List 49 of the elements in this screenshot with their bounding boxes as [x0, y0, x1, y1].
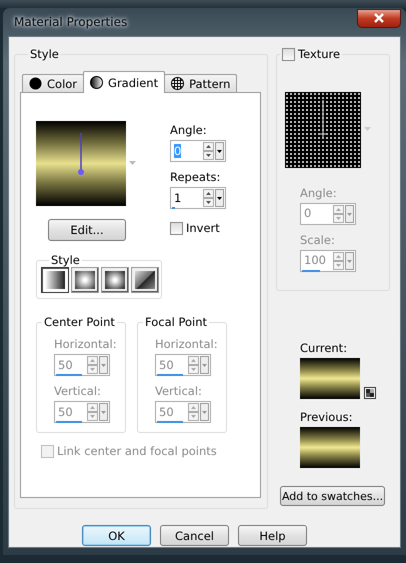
- group-label: Focal Point: [143, 315, 210, 329]
- spin-field[interactable]: 1: [170, 187, 226, 209]
- grid-icon[interactable]: [364, 387, 376, 399]
- dialog-button[interactable]: Cancel: [160, 525, 229, 546]
- radial-gradient-icon: [105, 271, 125, 289]
- edit-button[interactable]: Edit...: [48, 219, 126, 241]
- field-label: Angle:: [170, 123, 208, 137]
- field-label: Horizontal:: [155, 337, 219, 351]
- field-label: Scale:: [300, 232, 336, 246]
- field-label: Repeats:: [170, 170, 222, 184]
- previous-swatch: [300, 427, 360, 468]
- globe-grid-icon: [171, 77, 184, 90]
- dialog-button[interactable]: OK: [82, 525, 151, 546]
- gradient-preview[interactable]: [36, 121, 126, 206]
- spin-arrows-icon[interactable]: [203, 189, 214, 207]
- close-icon: [374, 13, 384, 23]
- style-option-button[interactable]: [41, 267, 69, 293]
- style-option-button[interactable]: [71, 267, 99, 293]
- group-label: Style: [28, 47, 61, 61]
- checkbox[interactable]: [170, 222, 183, 234]
- group-label: Center Point: [42, 315, 117, 329]
- angle-needle-icon: [77, 133, 85, 177]
- tab[interactable]: Pattern: [164, 74, 238, 92]
- linear-gradient-icon: [45, 271, 65, 289]
- spin-arrows-icon[interactable]: [203, 142, 214, 160]
- checkbox[interactable]: [282, 48, 295, 60]
- field-label: Current:: [300, 341, 348, 355]
- close-button[interactable]: [357, 8, 401, 28]
- dialog-button[interactable]: Help: [238, 525, 307, 546]
- field-label: Horizontal:: [54, 337, 118, 351]
- field-label: Angle:: [300, 186, 338, 200]
- style-option-button[interactable]: [101, 267, 129, 293]
- current-swatch[interactable]: [300, 358, 360, 399]
- group-label: Style: [49, 253, 82, 267]
- tab[interactable]: Gradient: [83, 71, 166, 93]
- add-to-swatches-button[interactable]: Add to swatches...: [280, 486, 385, 506]
- field-label: Vertical:: [155, 384, 203, 398]
- field-label: Vertical:: [54, 384, 102, 398]
- field-label: Previous:: [300, 410, 354, 424]
- checkbox-label[interactable]: Invert: [186, 221, 220, 235]
- rectangular-gradient-icon: [75, 271, 95, 289]
- tab[interactable]: Color: [22, 74, 84, 92]
- filled-circle-icon: [29, 77, 42, 90]
- angle-needle-icon: [318, 100, 328, 140]
- gradient-circle-icon: [90, 76, 104, 89]
- corner-gradient-icon: [135, 271, 155, 289]
- window-title: Material Properties: [13, 15, 128, 29]
- style-option-button[interactable]: [131, 267, 159, 293]
- texture-preview[interactable]: [285, 92, 361, 168]
